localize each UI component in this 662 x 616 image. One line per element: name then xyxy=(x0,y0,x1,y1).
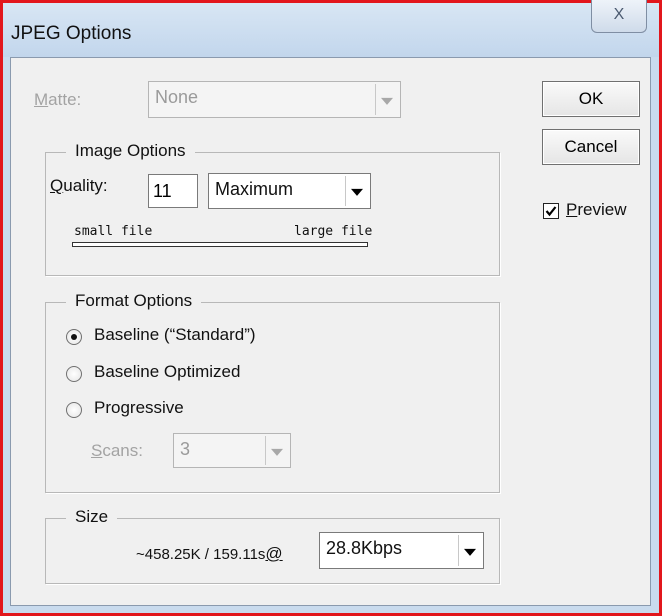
format-options-group: Format Options Baseline (“Standard”) Bas… xyxy=(45,291,500,493)
dialog-body: Matte: None OK Cancel Preview Image Opti… xyxy=(10,57,651,606)
preview-label-text: review xyxy=(577,200,627,219)
ok-button[interactable]: OK xyxy=(542,81,640,117)
connection-speed-value: 28.8Kbps xyxy=(326,538,403,558)
matte-value: None xyxy=(155,87,199,107)
check-icon xyxy=(545,206,557,217)
image-options-legend: Image Options xyxy=(66,141,195,161)
slider-large-label: large file xyxy=(294,224,373,239)
slider-small-label: small file xyxy=(74,224,153,239)
size-at: @ xyxy=(265,544,283,563)
quality-input[interactable]: 11 xyxy=(148,174,198,208)
connection-speed-select[interactable]: 28.8Kbps xyxy=(319,532,484,569)
size-legend: Size xyxy=(66,507,118,527)
scans-value: 3 xyxy=(180,439,191,459)
quality-preset-value: Maximum xyxy=(215,179,294,199)
format-options-legend: Format Options xyxy=(66,291,202,311)
size-estimate: ~458.25K / 159.11s@ xyxy=(136,544,283,564)
quality-slider-track[interactable] xyxy=(72,242,368,247)
preview-label[interactable]: Preview xyxy=(566,200,626,220)
scans-select[interactable]: 3 xyxy=(173,433,291,468)
baseline-standard-label[interactable]: Baseline (“Standard”) xyxy=(94,325,256,345)
matte-label: Matte: xyxy=(34,90,82,109)
preview-checkbox[interactable] xyxy=(543,203,559,219)
close-button[interactable]: X xyxy=(591,0,647,33)
window-title: JPEG Options xyxy=(11,23,132,44)
chevron-down-icon xyxy=(265,436,288,465)
image-options-group: Image Options Quality: 11 Maximum small … xyxy=(45,141,500,276)
cancel-button[interactable]: Cancel xyxy=(542,129,640,165)
chevron-down-icon xyxy=(375,84,398,115)
baseline-optimized-label[interactable]: Baseline Optimized xyxy=(94,362,240,382)
title-bar[interactable]: JPEG Options X xyxy=(3,0,659,57)
radio-progressive[interactable] xyxy=(66,402,82,418)
radio-baseline-optimized[interactable] xyxy=(66,366,82,382)
scans-label-text: cans: xyxy=(102,441,143,460)
close-icon: X xyxy=(613,6,625,23)
quality-label: Quality: xyxy=(50,176,108,195)
matte-label-text: atte: xyxy=(48,90,82,109)
dialog-window: JPEG Options X Matte: None OK Cancel Pre… xyxy=(0,0,662,616)
quality-label-text: uality: xyxy=(63,176,108,195)
matte-select[interactable]: None xyxy=(148,81,401,118)
chevron-down-icon xyxy=(458,535,481,566)
quality-preset-select[interactable]: Maximum xyxy=(208,173,371,209)
progressive-label[interactable]: Progressive xyxy=(94,398,184,418)
size-estimate-text: ~458.25K / 159.11s xyxy=(136,546,266,563)
radio-baseline-standard[interactable] xyxy=(66,329,82,345)
scans-label: Scans: xyxy=(91,441,143,460)
chevron-down-icon xyxy=(345,176,368,206)
size-group: Size ~458.25K / 159.11s@ 28.8Kbps xyxy=(45,507,500,584)
